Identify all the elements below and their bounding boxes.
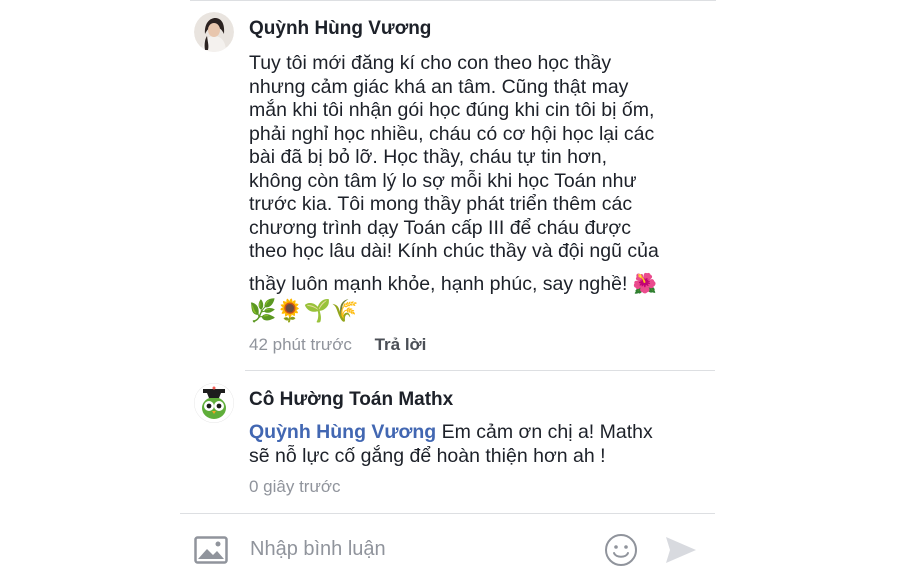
- comment-line: sẽ nỗ lực cố gắng để hoàn thiện hơn ah !: [249, 444, 606, 467]
- photo-icon[interactable]: [194, 536, 228, 569]
- comment-line: mắn khi tôi nhận gói học đúng khi cin tô…: [249, 99, 655, 121]
- comment-line: Tuy tôi mới đăng kí cho con theo học thầ…: [249, 52, 612, 74]
- smiley-icon[interactable]: [604, 533, 638, 572]
- avatar-mathx[interactable]: [194, 383, 234, 423]
- comment-body: Tuy tôi mới đăng kí cho con theo học thầ…: [249, 52, 719, 296]
- comment-line: theo học lâu dài! Kính chúc thầy và đội …: [249, 240, 659, 262]
- mention-link[interactable]: Quỳnh Hùng Vương: [249, 421, 436, 443]
- comment-line: không còn tâm lý lo sợ mỗi khi học Toán …: [249, 169, 637, 192]
- comment-divider: [245, 370, 715, 371]
- comment-meta: 42 phút trước Trả lời: [249, 335, 426, 355]
- comment-line: Quỳnh Hùng Vương Em cảm ơn chị a! Mathx: [249, 421, 719, 445]
- comment-input[interactable]: [250, 538, 580, 561]
- comment-author[interactable]: Quỳnh Hùng Vương: [249, 18, 431, 40]
- emoji-row: 🌿🌻🌱🌾: [249, 298, 359, 323]
- top-divider: [190, 0, 716, 1]
- send-icon[interactable]: [664, 535, 698, 570]
- composer-divider: [180, 513, 715, 514]
- comment-line: bài đã bị bỏ lỡ. Học thầy, cháu tự tin h…: [249, 146, 608, 168]
- comment-line: trước kia. Tôi mong thầy phát triển thêm…: [249, 193, 633, 215]
- comment-author[interactable]: Cô Hường Toán Mathx: [249, 389, 453, 411]
- reply-button[interactable]: Trả lời: [375, 335, 427, 354]
- comment-body: Quỳnh Hùng Vương Em cảm ơn chị a! Mathx …: [249, 421, 719, 468]
- comment-line: chương trình dạy Toán cấp III để cháu đư…: [249, 216, 631, 239]
- comment-line: thầy luôn mạnh khỏe, hạnh phúc, say nghề…: [249, 272, 658, 295]
- comment-line: phải nghỉ học nhiều, cháu có cơ hội học …: [249, 122, 655, 145]
- comment-line: nhưng cảm giác khá an tâm. Cũng thật may: [249, 75, 629, 98]
- comment-timestamp: 0 giây trước: [249, 477, 341, 496]
- comment-text: Em cảm ơn chị a! Mathx: [436, 421, 653, 443]
- comment-meta: 0 giây trước: [249, 477, 341, 497]
- avatar-quynh[interactable]: [194, 12, 234, 52]
- comment-timestamp: 42 phút trước: [249, 335, 352, 354]
